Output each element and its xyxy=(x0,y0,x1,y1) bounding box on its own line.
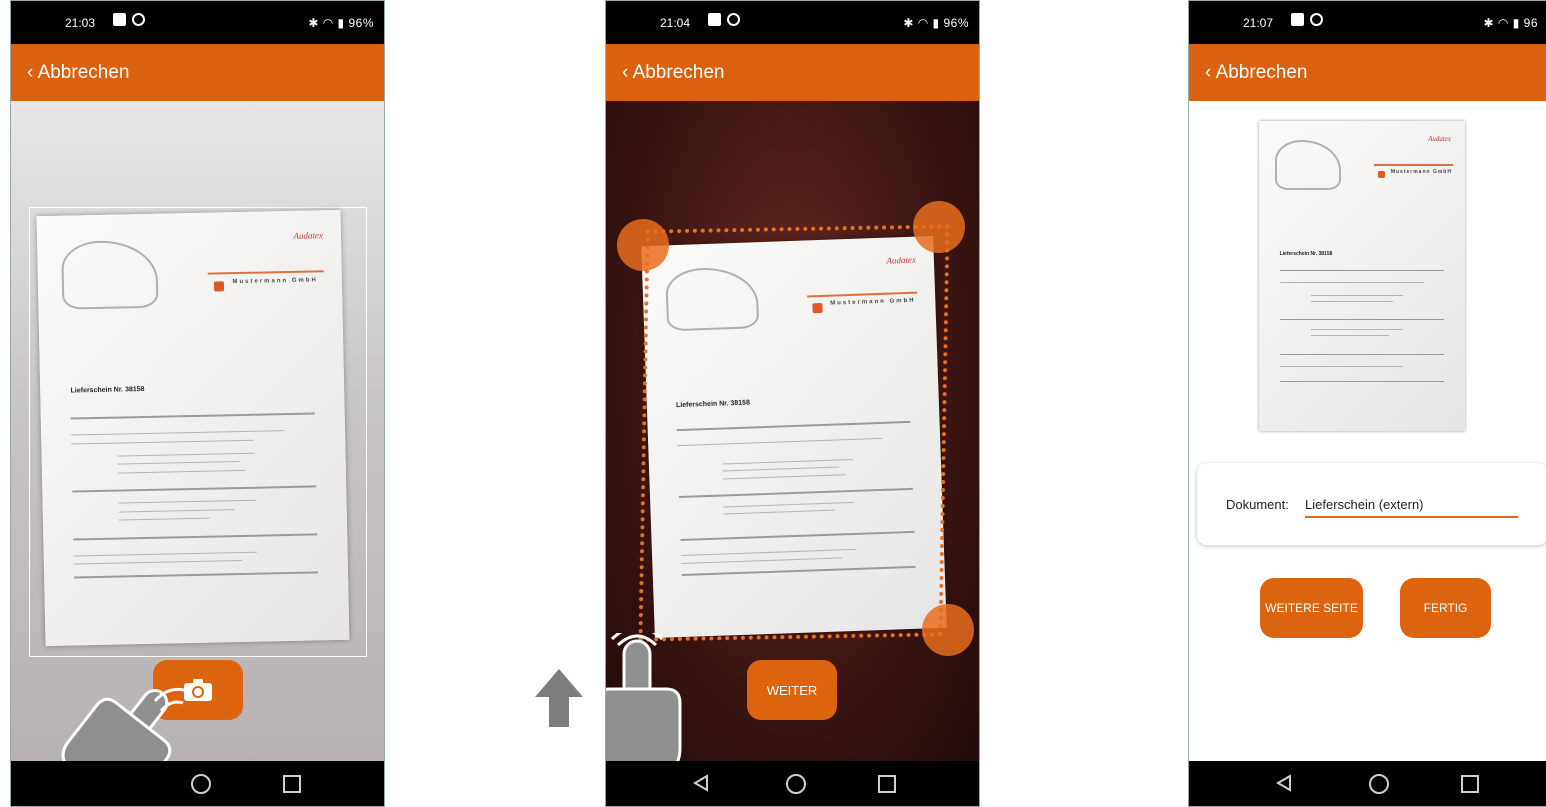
image-icon xyxy=(113,13,126,26)
back-icon[interactable] xyxy=(1274,773,1296,795)
cancel-button[interactable]: ‹ Abbrechen xyxy=(1205,62,1307,84)
image-icon xyxy=(1291,13,1304,26)
phone-screen-crop: 21:04 ✱ ◠ ▮ 96% ‹ Abbrechen Audatex Must… xyxy=(605,0,980,807)
doc-title: Lieferschein Nr. 38158 xyxy=(70,386,145,395)
document-type-field[interactable]: Lieferschein (extern) xyxy=(1305,497,1424,512)
car-illustration xyxy=(1275,139,1342,191)
status-time: 21:03 xyxy=(65,16,96,30)
cancel-button[interactable]: ‹ Abbrechen xyxy=(27,62,129,84)
nav-bar xyxy=(11,761,384,806)
arrow-up-icon xyxy=(535,669,583,727)
crop-outline xyxy=(638,224,950,642)
status-bar: 21:04 ✱ ◠ ▮ 96% xyxy=(606,1,979,44)
document-in-view: Audatex Mustermann GmbH Lieferschein Nr.… xyxy=(36,209,350,647)
home-icon[interactable] xyxy=(191,774,211,794)
status-battery: ✱ ◠ ▮ 96 xyxy=(1483,16,1538,30)
cancel-button[interactable]: ‹ Abbrechen xyxy=(622,62,724,84)
status-time: 21:07 xyxy=(1243,16,1274,30)
image-icon xyxy=(708,13,721,26)
company-logo-icon xyxy=(1378,170,1386,178)
more-page-button[interactable]: WEITERE SEITE xyxy=(1260,578,1363,638)
document-preview[interactable]: Audatex Mustermann GmbH Lieferschein Nr.… xyxy=(1259,121,1465,431)
status-bar: 21:03 ✱ ◠ ▮ 96% xyxy=(11,1,384,44)
sync-icon xyxy=(1310,13,1323,26)
doc-brand: Audatex xyxy=(293,230,324,241)
nav-bar xyxy=(606,761,979,806)
next-button[interactable]: WEITER xyxy=(747,660,837,720)
done-button[interactable]: FERTIG xyxy=(1400,578,1491,638)
phone-screen-review: 21:07 ✱ ◠ ▮ 96 ‹ Abbrechen Audatex Muste… xyxy=(1188,0,1546,807)
recents-icon[interactable] xyxy=(878,775,896,793)
doc-company: Mustermann GmbH xyxy=(232,276,318,285)
recents-icon[interactable] xyxy=(1461,775,1479,793)
crop-handle-top-left[interactable] xyxy=(617,219,669,271)
doc-company: Mustermann GmbH xyxy=(1390,169,1452,176)
doc-brand: Audatex xyxy=(1428,135,1451,143)
status-battery: ✱ ◠ ▮ 96% xyxy=(308,16,374,30)
doc-title: Lieferschein Nr. 38158 xyxy=(1279,251,1333,258)
phone-screen-capture: 21:03 ✱ ◠ ▮ 96% ‹ Abbrechen Audatex Must… xyxy=(10,0,385,807)
status-time: 21:04 xyxy=(660,16,691,30)
sync-icon xyxy=(727,13,740,26)
status-battery: ✱ ◠ ▮ 96% xyxy=(903,16,969,30)
hand-tap-icon xyxy=(606,625,688,782)
app-bar: ‹ Abbrechen xyxy=(606,44,979,101)
crop-handle-bottom-right[interactable] xyxy=(922,604,974,656)
car-illustration xyxy=(61,239,158,310)
nav-bar xyxy=(1189,761,1546,806)
document-label: Dokument: xyxy=(1226,497,1289,512)
app-bar: ‹ Abbrechen xyxy=(11,44,384,101)
app-bar: ‹ Abbrechen xyxy=(1189,44,1546,101)
home-icon[interactable] xyxy=(1369,774,1389,794)
recents-icon[interactable] xyxy=(283,775,301,793)
company-logo-icon xyxy=(214,281,225,292)
home-icon[interactable] xyxy=(786,774,806,794)
crop-handle-top-right[interactable] xyxy=(913,201,965,253)
back-icon[interactable] xyxy=(691,773,713,795)
sync-icon xyxy=(132,13,145,26)
document-type-card: Dokument: Lieferschein (extern) xyxy=(1197,463,1546,545)
status-bar: 21:07 ✱ ◠ ▮ 96 xyxy=(1189,1,1546,44)
